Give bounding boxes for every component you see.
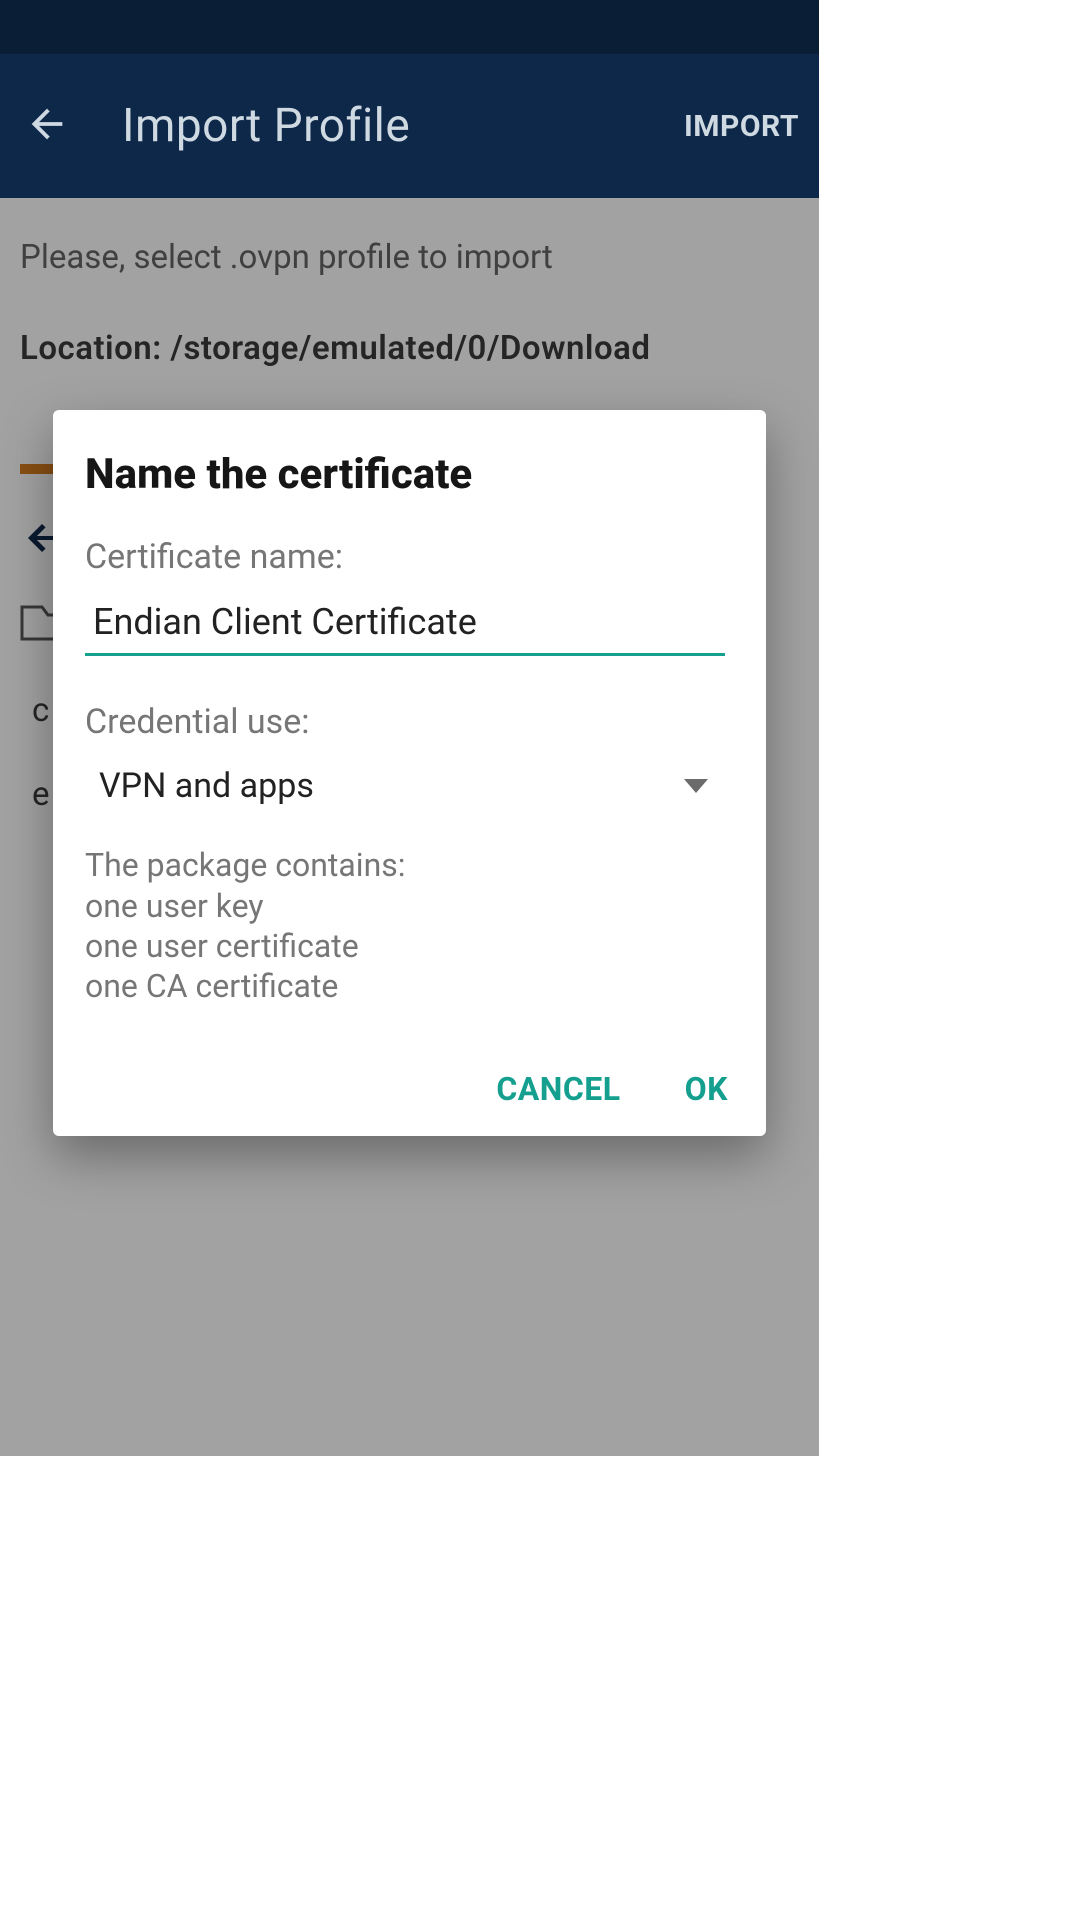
import-button[interactable]: IMPORT <box>684 109 799 144</box>
back-button[interactable] <box>12 91 82 161</box>
status-bar <box>0 0 819 54</box>
chevron-down-icon <box>684 779 708 793</box>
certificate-dialog: Name the certificate Certificate name: C… <box>53 410 766 1136</box>
package-item: one user certificate <box>85 926 734 966</box>
cert-name-label: Certificate name: <box>85 537 734 577</box>
package-item: one CA certificate <box>85 966 734 1006</box>
credential-use-value: VPN and apps <box>99 766 314 806</box>
page-title: Import Profile <box>122 99 684 153</box>
package-label: The package contains: <box>85 846 734 884</box>
package-item: one user key <box>85 886 734 926</box>
credential-use-label: Credential use: <box>85 702 734 742</box>
cancel-button[interactable]: CANCEL <box>496 1070 620 1108</box>
arrow-left-icon <box>24 101 70 151</box>
dialog-buttons: CANCEL OK <box>85 1070 734 1108</box>
app-bar: Import Profile IMPORT <box>0 54 819 198</box>
dialog-title: Name the certificate <box>85 450 734 499</box>
ok-button[interactable]: OK <box>685 1070 728 1108</box>
credential-use-select[interactable]: VPN and apps <box>85 760 734 810</box>
cert-name-input[interactable] <box>85 595 725 656</box>
